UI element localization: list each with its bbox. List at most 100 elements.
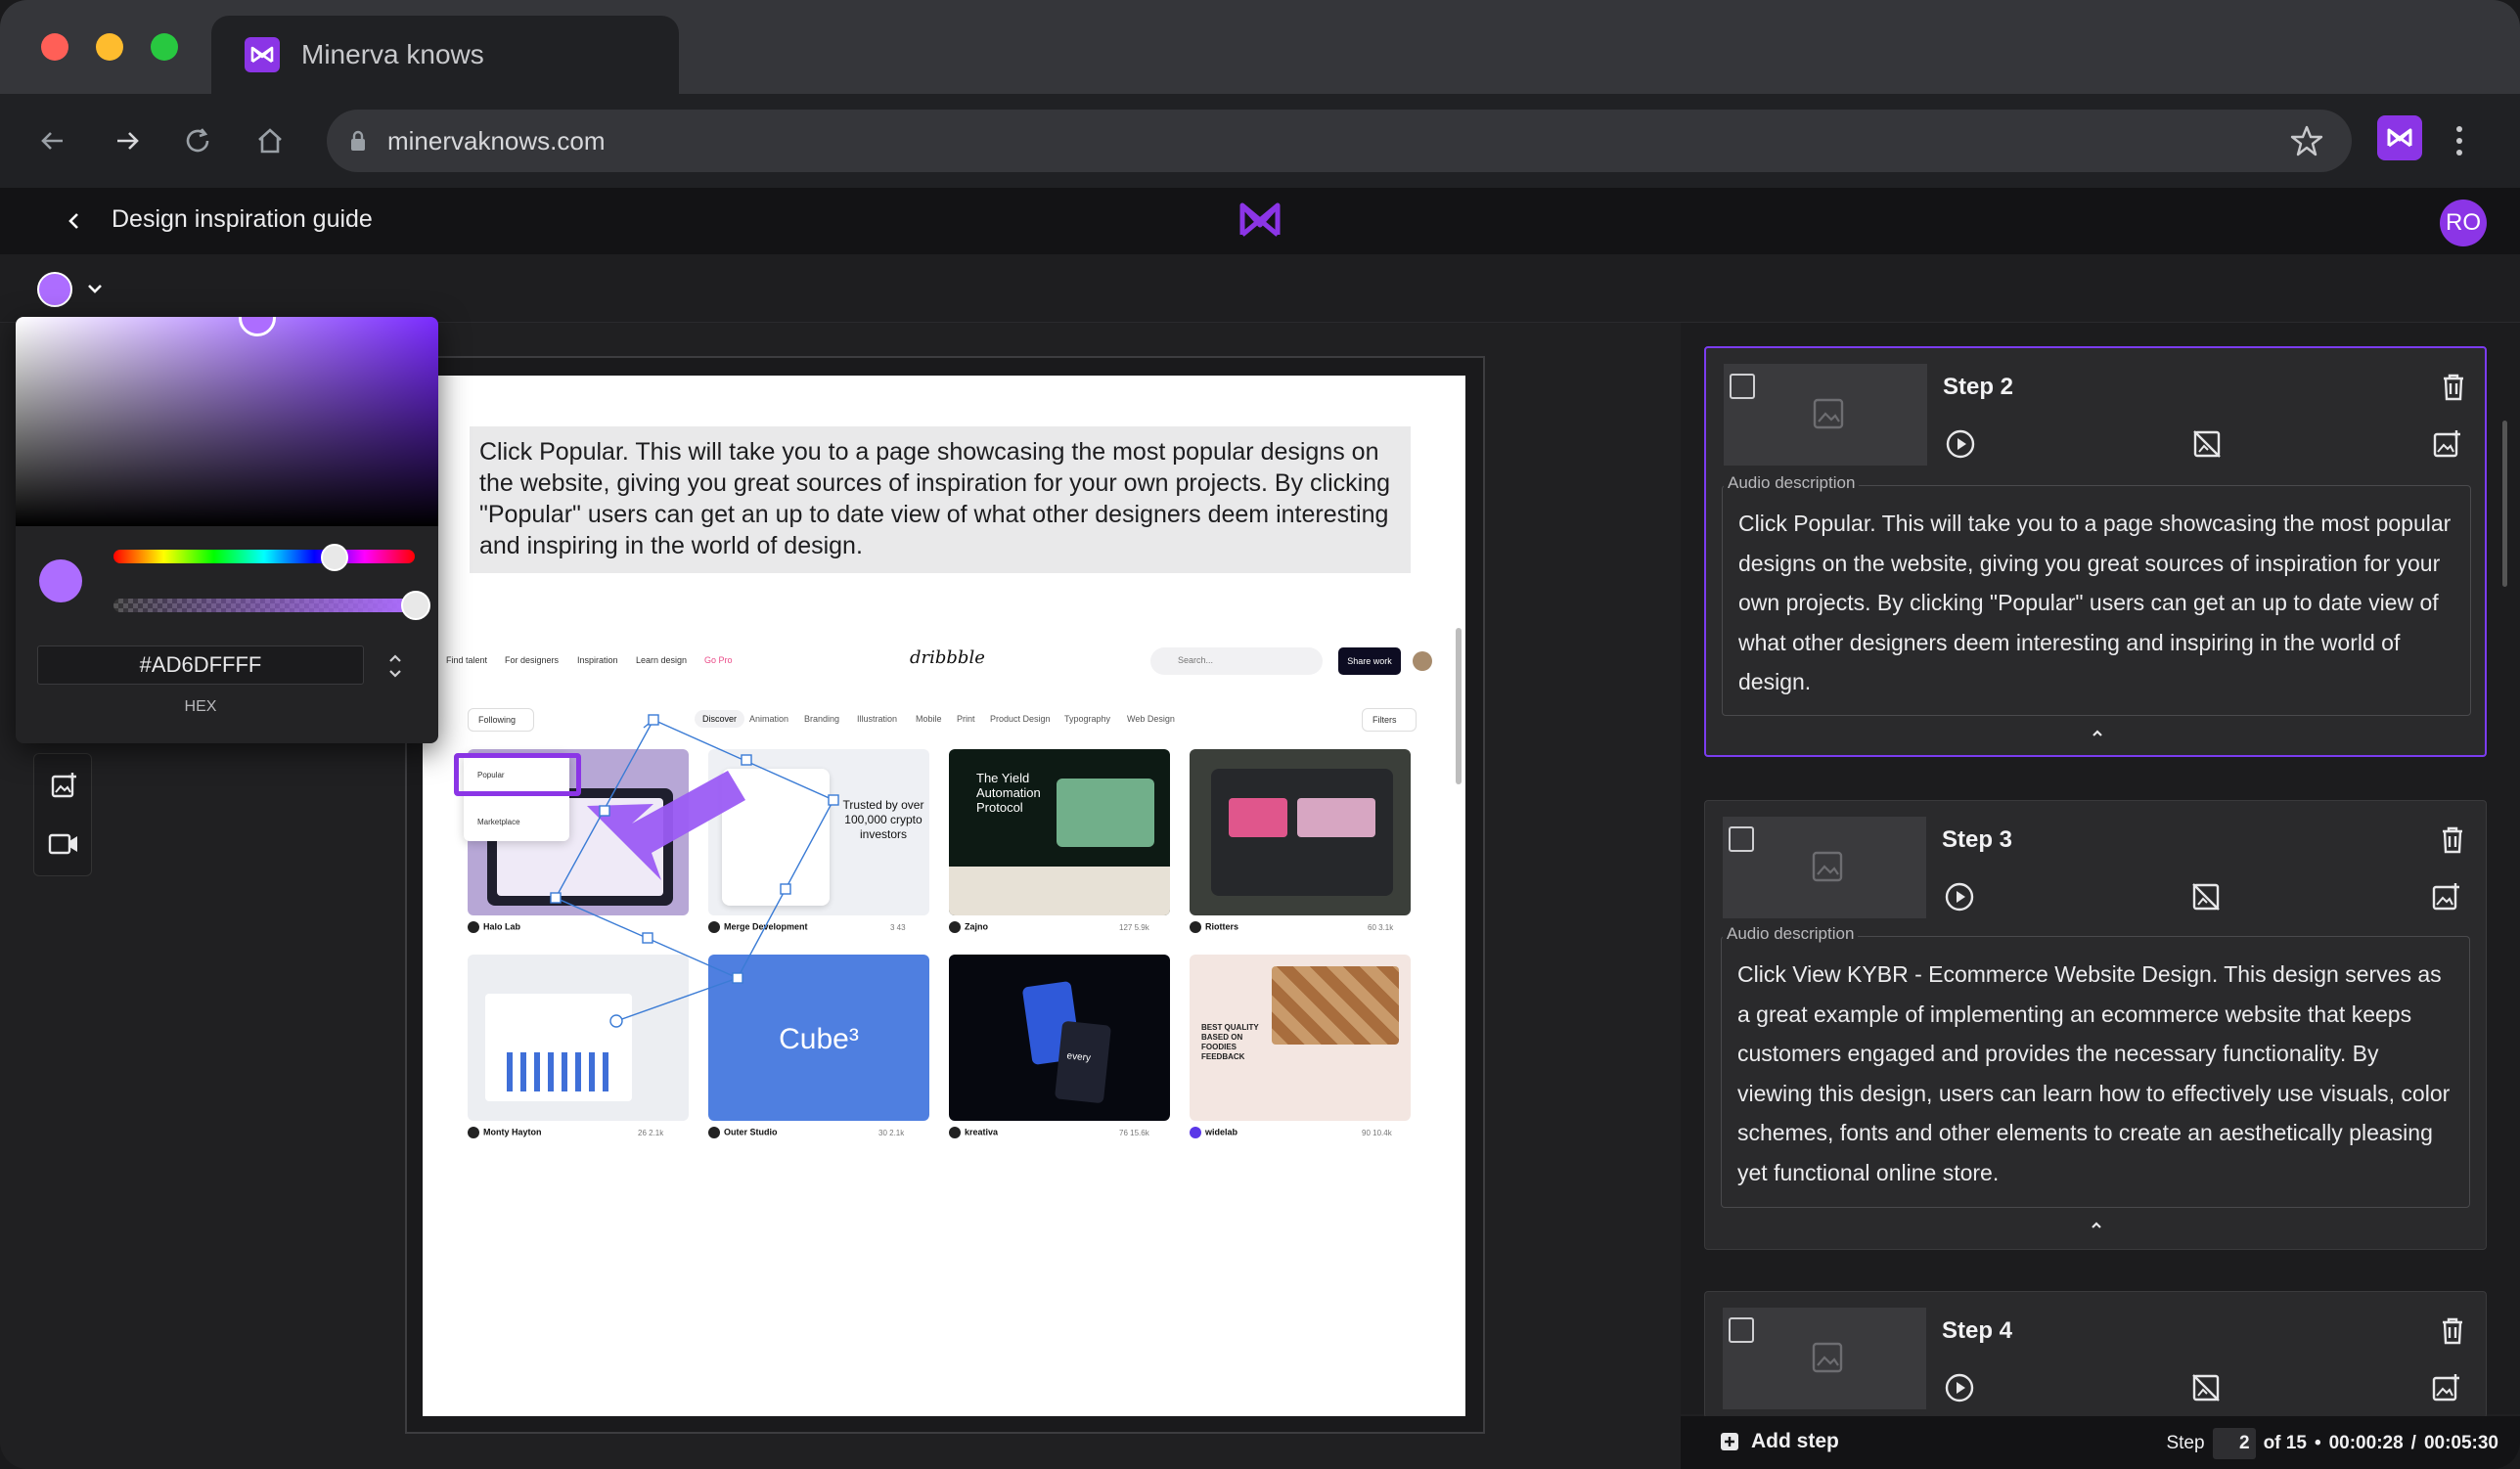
collapse-step-button[interactable] <box>2087 1216 2106 1235</box>
back-button[interactable] <box>29 117 76 164</box>
hide-image-button[interactable] <box>2189 426 2225 462</box>
add-image-tool-button[interactable] <box>46 768 81 803</box>
shot-text: Cube³ <box>779 1023 859 1055</box>
dr-menu-item: Marketplace <box>477 818 520 826</box>
shot-thumbnail: The Yield Automation Protocol <box>949 749 1170 915</box>
shot-author: Zajno <box>949 921 988 933</box>
minerva-extension-button[interactable] <box>2377 115 2422 160</box>
tool-rail <box>33 753 92 876</box>
replace-image-button[interactable] <box>2429 879 2464 914</box>
play-audio-button[interactable] <box>1943 426 1978 462</box>
step-title: Step 3 <box>1942 826 2013 853</box>
shot-stats: 76 15.6k <box>1119 1129 1149 1137</box>
collapse-step-button[interactable] <box>2088 724 2107 743</box>
step-checkbox[interactable] <box>1730 374 1755 399</box>
replace-image-button[interactable] <box>2430 426 2465 462</box>
shot-thumbnail: Trusted by over 100,000 crypto investors <box>708 749 929 915</box>
step-card[interactable]: Step 3 Click View KYBR - Ecommerce Websi… <box>1704 800 2487 1250</box>
step-card[interactable]: Step 4 <box>1704 1291 2487 1418</box>
steps-footer: Add step Step 2 of 15 • 00:00:28 / 00:05… <box>1681 1416 2520 1469</box>
reload-button[interactable] <box>174 117 221 164</box>
shot-stats: 26 2.1k <box>638 1129 664 1137</box>
alpha-slider-handle[interactable] <box>401 591 430 620</box>
format-toggle-button[interactable] <box>385 649 405 683</box>
back-to-guides-button[interactable] <box>57 203 92 239</box>
forward-button[interactable] <box>104 117 151 164</box>
audio-description-label: Audio description <box>1724 473 1860 493</box>
step-card[interactable]: Step 2 Click Popular. This will take you… <box>1704 346 2487 757</box>
replace-image-button[interactable] <box>2429 1370 2464 1405</box>
canvas-scrollbar[interactable] <box>1456 628 1462 784</box>
step-checkbox[interactable] <box>1729 826 1754 852</box>
url-text: minervaknows.com <box>387 125 606 156</box>
image-placeholder-icon <box>1812 397 1845 435</box>
separator: • <box>2314 1433 2321 1453</box>
hide-image-icon <box>2192 883 2220 911</box>
shot-text: Trusted by over 100,000 crypto investors <box>842 798 924 841</box>
minimize-window-button[interactable] <box>96 33 123 61</box>
maximize-window-button[interactable] <box>151 33 178 61</box>
step-canvas[interactable]: Click Popular. This will take you to a p… <box>423 376 1465 1416</box>
current-step-input[interactable]: 2 <box>2212 1428 2256 1459</box>
video-tool-button[interactable] <box>46 826 81 862</box>
address-bar[interactable]: minervaknows.com <box>327 110 2352 172</box>
hex-input[interactable]: #AD6DFFFF <box>37 645 364 685</box>
image-placeholder-icon <box>1811 1341 1844 1379</box>
trash-icon <box>2444 374 2463 401</box>
dr-category: Mobile <box>916 714 942 724</box>
add-step-button[interactable]: Add step <box>1720 1430 1839 1453</box>
alpha-slider[interactable] <box>113 599 415 612</box>
hide-image-icon <box>2193 430 2221 458</box>
dr-category: Branding <box>804 714 840 724</box>
shot-author: widelab <box>1190 1127 1238 1138</box>
dr-category: Illustration <box>857 714 898 724</box>
hue-slider-handle[interactable] <box>321 544 348 571</box>
step-checkbox[interactable] <box>1729 1317 1754 1343</box>
browser-window: Minerva knows minervaknows.com Design in… <box>0 0 2520 1469</box>
browser-menu-button[interactable] <box>2442 117 2477 164</box>
video-icon <box>48 833 77 855</box>
delete-step-button[interactable] <box>2435 823 2470 858</box>
step-pager: Step 2 of 15 • 00:00:28 / 00:05:30 <box>2166 1428 2498 1459</box>
color-picker-popover: #AD6DFFFF HEX <box>16 317 438 743</box>
hide-image-button[interactable] <box>2188 879 2224 914</box>
tab-bar: Minerva knows <box>0 0 2520 94</box>
editor-toolbar <box>0 254 2520 323</box>
dr-nav-item: Learn design <box>636 655 688 665</box>
audio-description-field[interactable]: Click View KYBR - Ecommerce Website Desi… <box>1721 936 2470 1208</box>
minerva-logo-icon <box>1235 198 1285 247</box>
add-image-icon <box>2433 430 2460 458</box>
audio-description-field[interactable]: Click Popular. This will take you to a p… <box>1722 485 2471 716</box>
arrow-right-icon <box>117 132 139 150</box>
delete-step-button[interactable] <box>2435 1313 2470 1349</box>
add-step-label: Add step <box>1751 1430 1839 1452</box>
steps-panel-scrollbar[interactable] <box>2502 421 2507 587</box>
hide-image-icon <box>2192 1374 2220 1402</box>
close-window-button[interactable] <box>41 33 68 61</box>
hide-image-button[interactable] <box>2188 1370 2224 1405</box>
step-caption[interactable]: Click Popular. This will take you to a p… <box>470 426 1411 573</box>
color-swatch-button[interactable] <box>37 272 72 307</box>
delete-step-button[interactable] <box>2436 370 2471 405</box>
image-placeholder-icon <box>1811 850 1844 888</box>
time-total: 00:05:30 <box>2423 1433 2498 1453</box>
home-button[interactable] <box>247 117 293 164</box>
play-audio-button[interactable] <box>1942 1370 1977 1405</box>
dr-category: Web Design <box>1127 714 1175 724</box>
browser-tab[interactable]: Minerva knows <box>211 16 679 94</box>
chevron-down-icon[interactable] <box>84 278 106 304</box>
trash-icon <box>2443 1317 2462 1345</box>
shot-author: Monty Hayton <box>468 1127 542 1138</box>
bookmark-star-button[interactable] <box>2289 123 2324 163</box>
shot-author: Merge Development <box>708 921 808 933</box>
hue-slider[interactable] <box>113 550 415 563</box>
app-header: Design inspiration guide RO <box>0 188 2520 254</box>
user-avatar[interactable]: RO <box>2440 200 2487 246</box>
lock-icon <box>351 130 365 151</box>
highlight-rectangle[interactable] <box>454 753 581 796</box>
dr-category: Animation <box>749 714 789 724</box>
saturation-area[interactable] <box>16 317 438 526</box>
shot-thumbnail <box>1190 749 1411 915</box>
play-audio-button[interactable] <box>1942 879 1977 914</box>
dr-nav-item: Go Pro <box>704 655 733 665</box>
